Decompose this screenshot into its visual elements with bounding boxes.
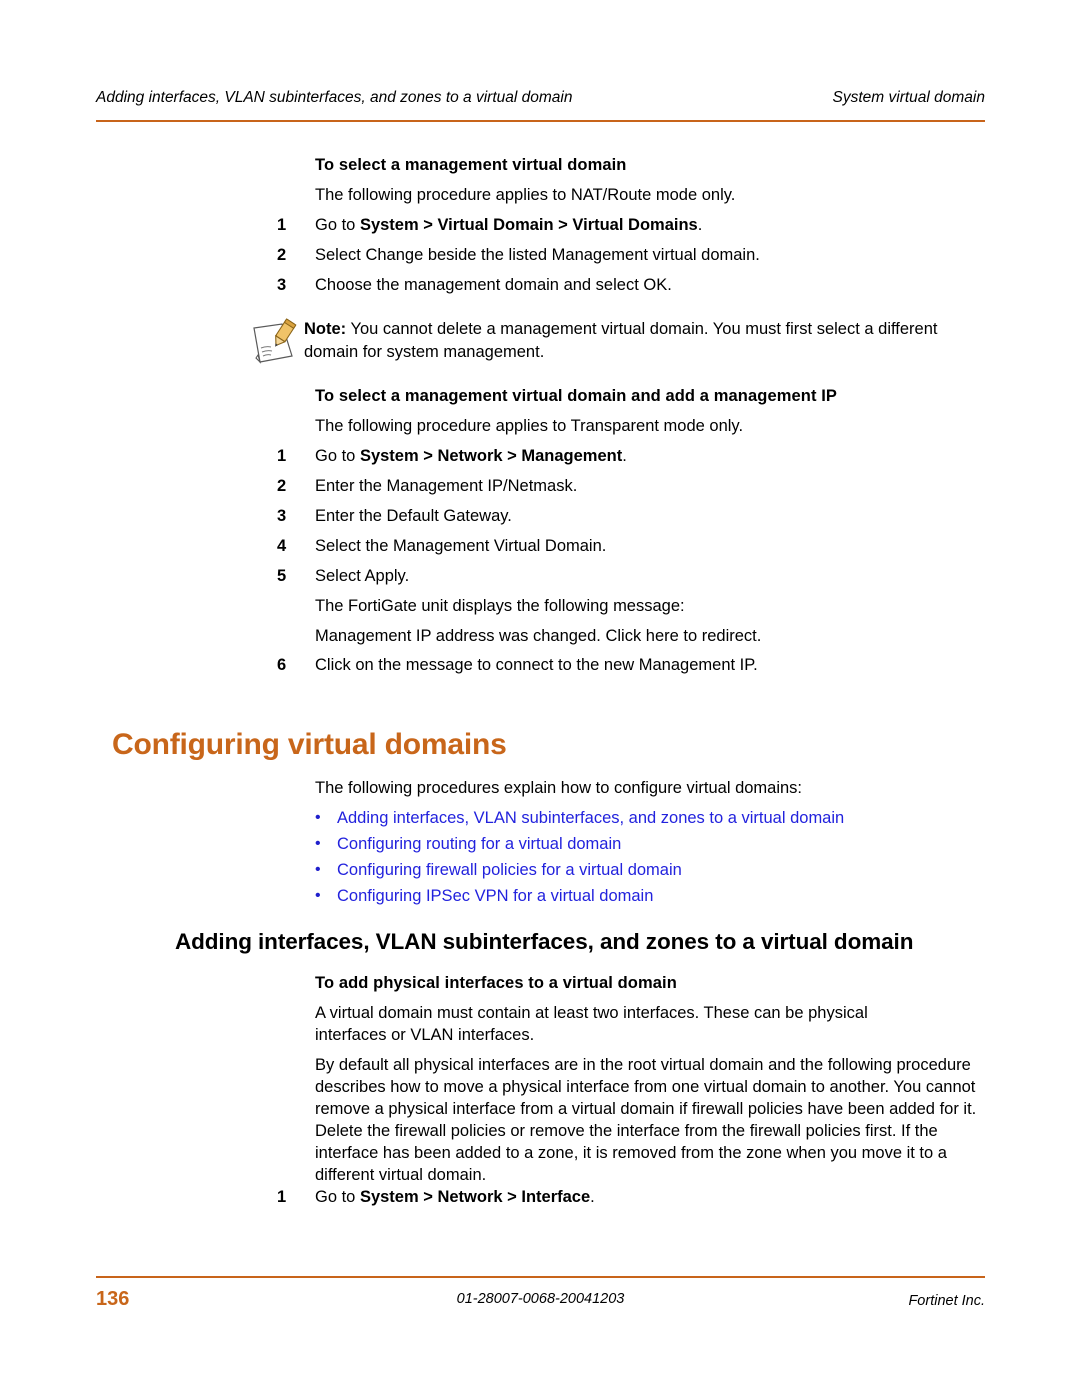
step-text: Enter the Default Gateway. xyxy=(315,507,512,525)
cross-reference-list: • Adding interfaces, VLAN subinterfaces,… xyxy=(315,806,995,910)
bullet-icon: • xyxy=(315,887,321,904)
section-sub-title: To add physical interfaces to a virtual … xyxy=(315,974,677,992)
procedure2-intro: The following procedure applies to Trans… xyxy=(315,417,744,435)
step-text: Select Apply. xyxy=(315,567,410,585)
procedure2-step-2: 2 Enter the Management IP/Netmask. xyxy=(277,475,577,497)
step-text: Go to System > Network > Management. xyxy=(315,447,627,465)
procedure1-title: To select a management virtual domain xyxy=(315,156,627,174)
procedure1-step-2: 2 Select Change beside the listed Manage… xyxy=(277,244,760,266)
step-number: 5 xyxy=(277,567,287,585)
list-item[interactable]: • Configuring firewall policies for a vi… xyxy=(315,858,995,884)
document-id: 01-28007-0068-20041203 xyxy=(456,1291,625,1307)
chapter-heading: Configuring virtual domains xyxy=(112,728,507,761)
bullet-icon: • xyxy=(315,809,321,826)
section-paragraph-1: A virtual domain must contain at least t… xyxy=(315,1004,868,1044)
step-number: 1 xyxy=(277,447,287,465)
section-paragraph-2: By default all physical interfaces are i… xyxy=(315,1056,977,1184)
step-number: 6 xyxy=(277,656,287,674)
chapter-intro: The following procedures explain how to … xyxy=(315,779,803,797)
step-number: 2 xyxy=(277,477,287,495)
procedure2-step-4: 4 Select the Management Virtual Domain. xyxy=(277,535,606,557)
section-heading: Adding interfaces, VLAN subinterfaces, a… xyxy=(175,929,914,954)
step-number: 3 xyxy=(277,276,287,294)
step-number: 3 xyxy=(277,507,287,525)
step-number: 4 xyxy=(277,537,287,555)
bullet-icon: • xyxy=(315,861,321,878)
procedure2-title: To select a management virtual domain an… xyxy=(315,387,838,405)
link-adding-interfaces[interactable]: Adding interfaces, VLAN subinterfaces, a… xyxy=(337,806,844,830)
procedure2-step-5: 5 Select Apply. xyxy=(277,565,409,587)
procedure1-step-1: 1 Go to System > Virtual Domain > Virtua… xyxy=(277,214,702,236)
list-item[interactable]: • Adding interfaces, VLAN subinterfaces,… xyxy=(315,806,995,832)
step-text: Choose the management domain and select … xyxy=(315,276,672,294)
note-pencil-icon xyxy=(248,318,304,366)
page-footer: 136 01-28007-0068-20041203 Fortinet Inc. xyxy=(96,1276,985,1313)
step-text: Click on the message to connect to the n… xyxy=(315,656,758,674)
procedure2-step-1: 1 Go to System > Network > Management. xyxy=(277,445,627,467)
list-item[interactable]: • Configuring routing for a virtual doma… xyxy=(315,832,995,858)
step-text: Select the Management Virtual Domain. xyxy=(315,537,607,555)
list-item[interactable]: • Configuring IPSec VPN for a virtual do… xyxy=(315,884,995,910)
step-text: Go to System > Network > Interface. xyxy=(315,1188,595,1206)
procedure1-step-3: 3 Choose the management domain and selec… xyxy=(277,274,672,296)
document-page: Adding interfaces, VLAN subinterfaces, a… xyxy=(0,0,1080,1397)
procedure2-step-6: 6 Click on the message to connect to the… xyxy=(277,654,758,676)
step-text: Enter the Management IP/Netmask. xyxy=(315,477,578,495)
page-header: Adding interfaces, VLAN subinterfaces, a… xyxy=(96,88,985,122)
link-configuring-firewall-policies[interactable]: Configuring firewall policies for a virt… xyxy=(337,858,682,882)
bullet-icon: • xyxy=(315,835,321,852)
header-left-title: Adding interfaces, VLAN subinterfaces, a… xyxy=(96,89,573,106)
header-right-title: System virtual domain xyxy=(832,89,985,106)
link-configuring-routing[interactable]: Configuring routing for a virtual domain xyxy=(337,832,621,856)
link-configuring-ipsec-vpn[interactable]: Configuring IPSec VPN for a virtual doma… xyxy=(337,884,653,908)
note-text: Note: You cannot delete a management vir… xyxy=(304,320,938,361)
step-number: 1 xyxy=(277,216,287,234)
step-text: Go to System > Virtual Domain > Virtual … xyxy=(315,216,703,234)
note-callout: Note: You cannot delete a management vir… xyxy=(248,316,993,366)
procedure2-step-3: 3 Enter the Default Gateway. xyxy=(277,505,512,527)
procedure2-message-text: Management IP address was changed. Click… xyxy=(315,627,762,645)
step-number: 2 xyxy=(277,246,287,264)
procedure1-intro: The following procedure applies to NAT/R… xyxy=(315,186,736,204)
procedure2-message-intro: The FortiGate unit displays the followin… xyxy=(315,597,685,615)
section-step-1: 1 Go to System > Network > Interface. xyxy=(277,1186,595,1208)
step-number: 1 xyxy=(277,1188,287,1206)
step-text: Select Change beside the listed Manageme… xyxy=(315,246,760,264)
